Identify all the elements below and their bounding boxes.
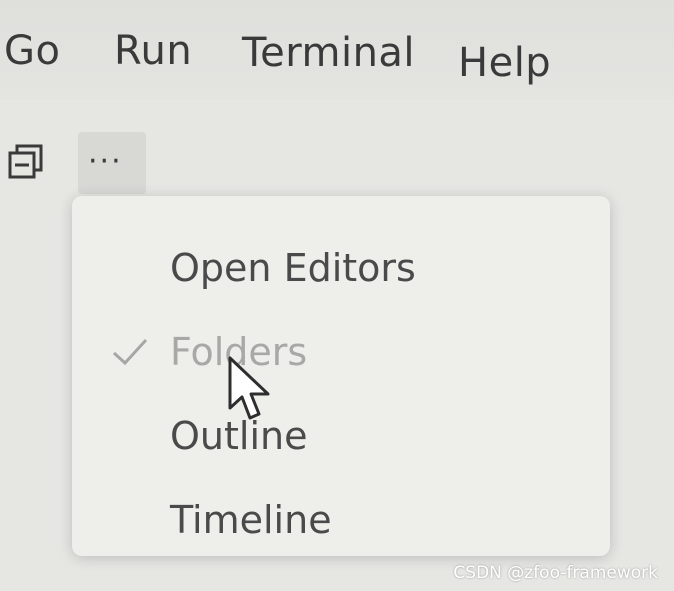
menu-terminal[interactable]: Terminal (242, 30, 415, 76)
views-context-menu: Open Editors Folders Outline Timeline (72, 196, 610, 556)
collapse-all-icon[interactable] (6, 142, 46, 182)
menu-run[interactable]: Run (114, 28, 192, 74)
menu-item-outline[interactable]: Outline (72, 406, 610, 476)
menu-item-label: Timeline (170, 498, 332, 542)
menu-bar: Go Run Terminal Help (0, 0, 674, 100)
watermark: CSDN @zfoo-framework (453, 563, 658, 583)
menu-item-timeline[interactable]: Timeline (72, 490, 610, 560)
mouse-pointer-icon (226, 356, 274, 422)
menu-item-label: Open Editors (170, 246, 416, 290)
more-actions-button[interactable]: ··· (78, 132, 146, 194)
menu-item-folders[interactable]: Folders (72, 322, 610, 392)
checkmark-icon (110, 332, 150, 372)
menu-help[interactable]: Help (458, 40, 551, 86)
more-actions-icon: ··· (88, 144, 123, 179)
menu-item-open-editors[interactable]: Open Editors (72, 238, 610, 308)
menu-go[interactable]: Go (4, 28, 60, 74)
